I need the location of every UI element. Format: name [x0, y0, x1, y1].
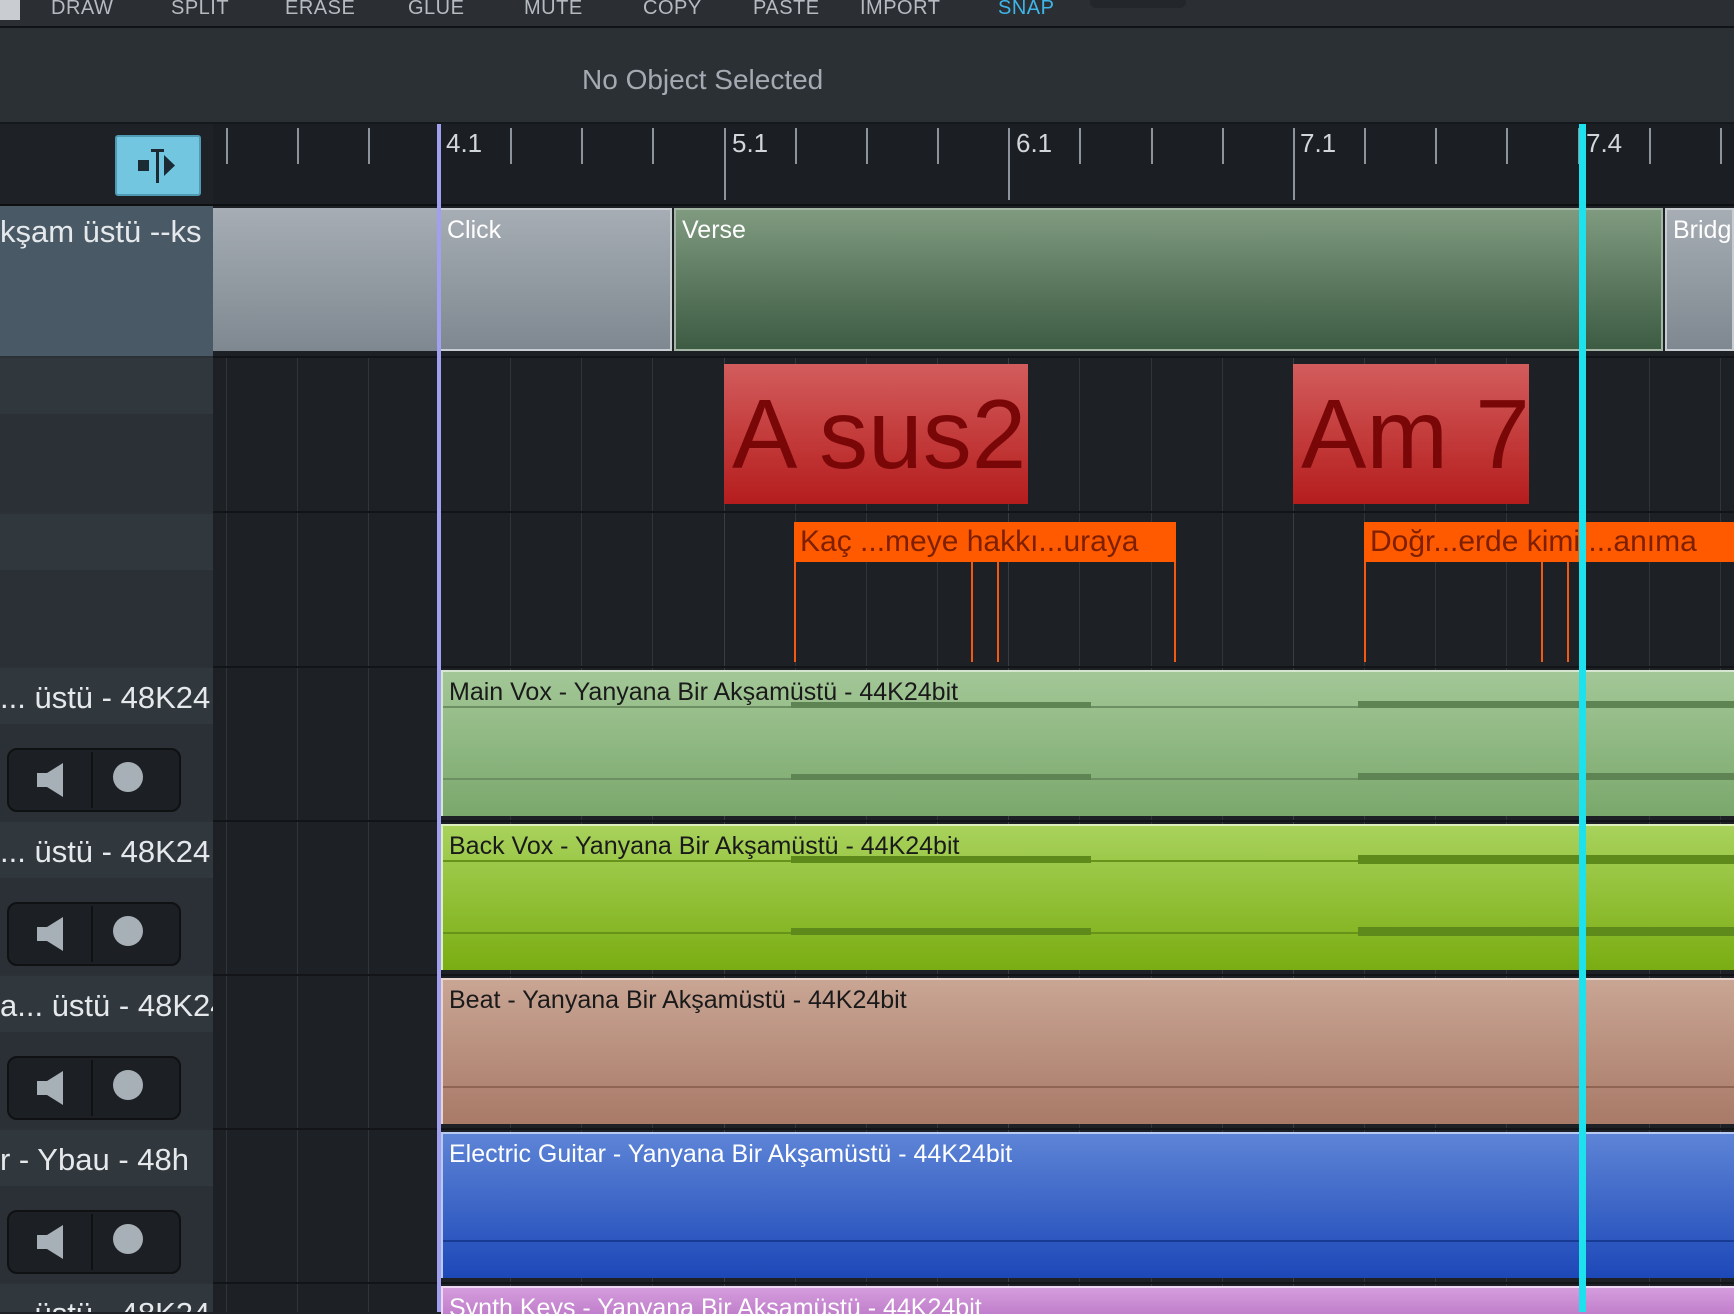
ruler-tick [368, 128, 370, 164]
tool-copy-button[interactable]: COPY [643, 0, 702, 20]
speaker-icon[interactable] [33, 1068, 73, 1108]
track-controls [7, 902, 181, 966]
ruler-tick [1649, 128, 1651, 164]
track-controls [7, 1210, 181, 1274]
tool-erase-button[interactable]: ERASE [285, 0, 355, 20]
lyric-marker [1364, 562, 1366, 662]
chord-asus2[interactable]: A sus2 [724, 364, 1028, 504]
section-label: Bridg [1673, 216, 1732, 244]
lyric-line-2[interactable]: Doğr...erde kimi ...anıma [1364, 522, 1734, 562]
tool-mute-button[interactable]: MUTE [524, 0, 583, 20]
track-name: ... üstü - 48K24 [0, 680, 211, 715]
track-header-electric-guitar[interactable]: r - Ybau - 48h [0, 1130, 213, 1282]
speaker-icon[interactable] [33, 914, 73, 954]
track-header-chords[interactable] [0, 358, 213, 414]
region-label: Back Vox - Yanyana Bir Akşamüstü - 44K24… [449, 832, 960, 860]
record-dot-icon[interactable] [113, 1224, 143, 1254]
bar-number: 4.1 [446, 128, 483, 158]
tool-import-button[interactable]: IMPORT [860, 0, 940, 20]
section-bridge[interactable]: Bridg [1665, 208, 1734, 351]
ruler-tick [510, 128, 512, 164]
record-dot-icon[interactable] [113, 762, 143, 792]
toolbar-scroll-handle[interactable] [1090, 0, 1186, 8]
playhead[interactable] [1579, 124, 1586, 1312]
tool-glue-button[interactable]: GLUE [408, 0, 464, 20]
lyric-marker [1174, 562, 1176, 662]
toolbar: DRAW SPLIT ERASE GLUE MUTE COPY PASTE IM… [0, 0, 1734, 28]
track-header-chords-lower [0, 414, 213, 512]
selection-status: No Object Selected [582, 64, 824, 95]
track-name: ... üstü - 48K24 [0, 1296, 210, 1312]
bar-number: 5.1 [732, 128, 769, 158]
ruler-tick [795, 128, 797, 164]
info-bar [0, 28, 1734, 124]
ruler-tick [1222, 128, 1224, 164]
bar-number: 6.1 [1016, 128, 1053, 158]
snap-mode-button[interactable] [115, 135, 201, 196]
lyric-marker [1567, 562, 1569, 662]
ruler-tick [652, 128, 654, 164]
region-beat[interactable]: Beat - Yanyana Bir Akşamüstü - 44K24bit [441, 978, 1734, 1124]
ruler-tick-major [1008, 128, 1010, 200]
track-header-main-vox[interactable]: ... üstü - 48K24 [0, 668, 213, 820]
ruler-tick [1151, 128, 1153, 164]
ruler-tick [1435, 128, 1437, 164]
ruler-tick [1720, 128, 1722, 164]
ruler-tick [866, 128, 868, 164]
split-arrow-icon [138, 149, 175, 183]
toolbar-square-icon[interactable] [0, 0, 20, 20]
region-label: Electric Guitar - Yanyana Bir Akşamüstü … [449, 1140, 1013, 1168]
record-dot-icon[interactable] [113, 1070, 143, 1100]
tool-paste-button[interactable]: PASTE [753, 0, 820, 20]
track-name: kşam üstü --ks [0, 214, 202, 249]
lyric-marker [997, 562, 999, 662]
ruler-tick [1079, 128, 1081, 164]
speaker-icon[interactable] [33, 760, 73, 800]
region-electric-guitar[interactable]: Electric Guitar - Yanyana Bir Akşamüstü … [441, 1132, 1734, 1278]
record-dot-icon[interactable] [113, 916, 143, 946]
region-main-vox[interactable]: Main Vox - Yanyana Bir Akşamüstü - 44K24… [441, 670, 1734, 816]
section-verse[interactable]: Verse [674, 208, 1663, 351]
speaker-icon[interactable] [33, 1222, 73, 1262]
ruler-tick [226, 128, 228, 164]
ruler-tick [1364, 128, 1366, 164]
ruler-tick-major [1293, 128, 1295, 200]
tool-snap-button[interactable]: SNAP [998, 0, 1054, 20]
region-label: Beat - Yanyana Bir Akşamüstü - 44K24bit [449, 986, 907, 1014]
track-header-arrangement[interactable]: kşam üstü --ks [0, 206, 213, 356]
track-controls [7, 748, 181, 812]
section-click[interactable]: Click [439, 208, 672, 351]
track-header-back-vox[interactable]: ... üstü - 48K24 [0, 822, 213, 974]
section-pre[interactable] [213, 208, 438, 351]
chord-am7[interactable]: Am 7 [1293, 364, 1529, 504]
ruler-tick-major [724, 128, 726, 200]
region-back-vox[interactable]: Back Vox - Yanyana Bir Akşamüstü - 44K24… [441, 824, 1734, 970]
lyric-marker [794, 562, 796, 662]
track-name: a... üstü - 48K24 [0, 988, 213, 1023]
track-header-synth-keys[interactable]: ... üstü - 48K24 [0, 1284, 213, 1312]
section-label: Click [447, 216, 502, 244]
track-header-beat[interactable]: a... üstü - 48K24 [0, 976, 213, 1128]
lyric-marker [1541, 562, 1543, 662]
region-synth-keys[interactable]: Synth Keys - Yanyana Bir Akşamüstü - 44K… [441, 1286, 1734, 1314]
region-label: Main Vox - Yanyana Bir Akşamüstü - 44K24… [449, 678, 959, 706]
tool-draw-button[interactable]: DRAW [51, 0, 113, 20]
track-name: r - Ybau - 48h [0, 1142, 189, 1177]
track-name: ... üstü - 48K24 [0, 834, 211, 869]
ruler-tick [297, 128, 299, 164]
ruler-tick [1506, 128, 1508, 164]
bar-number: 7.4 [1586, 128, 1623, 158]
ruler-tick [937, 128, 939, 164]
track-controls [7, 1056, 181, 1120]
track-header-lyrics-lower [0, 570, 213, 666]
loop-start-marker[interactable] [437, 124, 441, 1312]
bar-number: 7.1 [1300, 128, 1337, 158]
ruler-tick [581, 128, 583, 164]
lyric-line-1[interactable]: Kaç ...meye hakkı...uraya [794, 522, 1176, 562]
lyric-marker [971, 562, 973, 662]
region-label: Synth Keys - Yanyana Bir Akşamüstü - 44K… [449, 1294, 982, 1314]
section-label: Verse [682, 216, 746, 244]
track-header-lyrics[interactable] [0, 514, 213, 570]
tool-split-button[interactable]: SPLIT [171, 0, 229, 20]
